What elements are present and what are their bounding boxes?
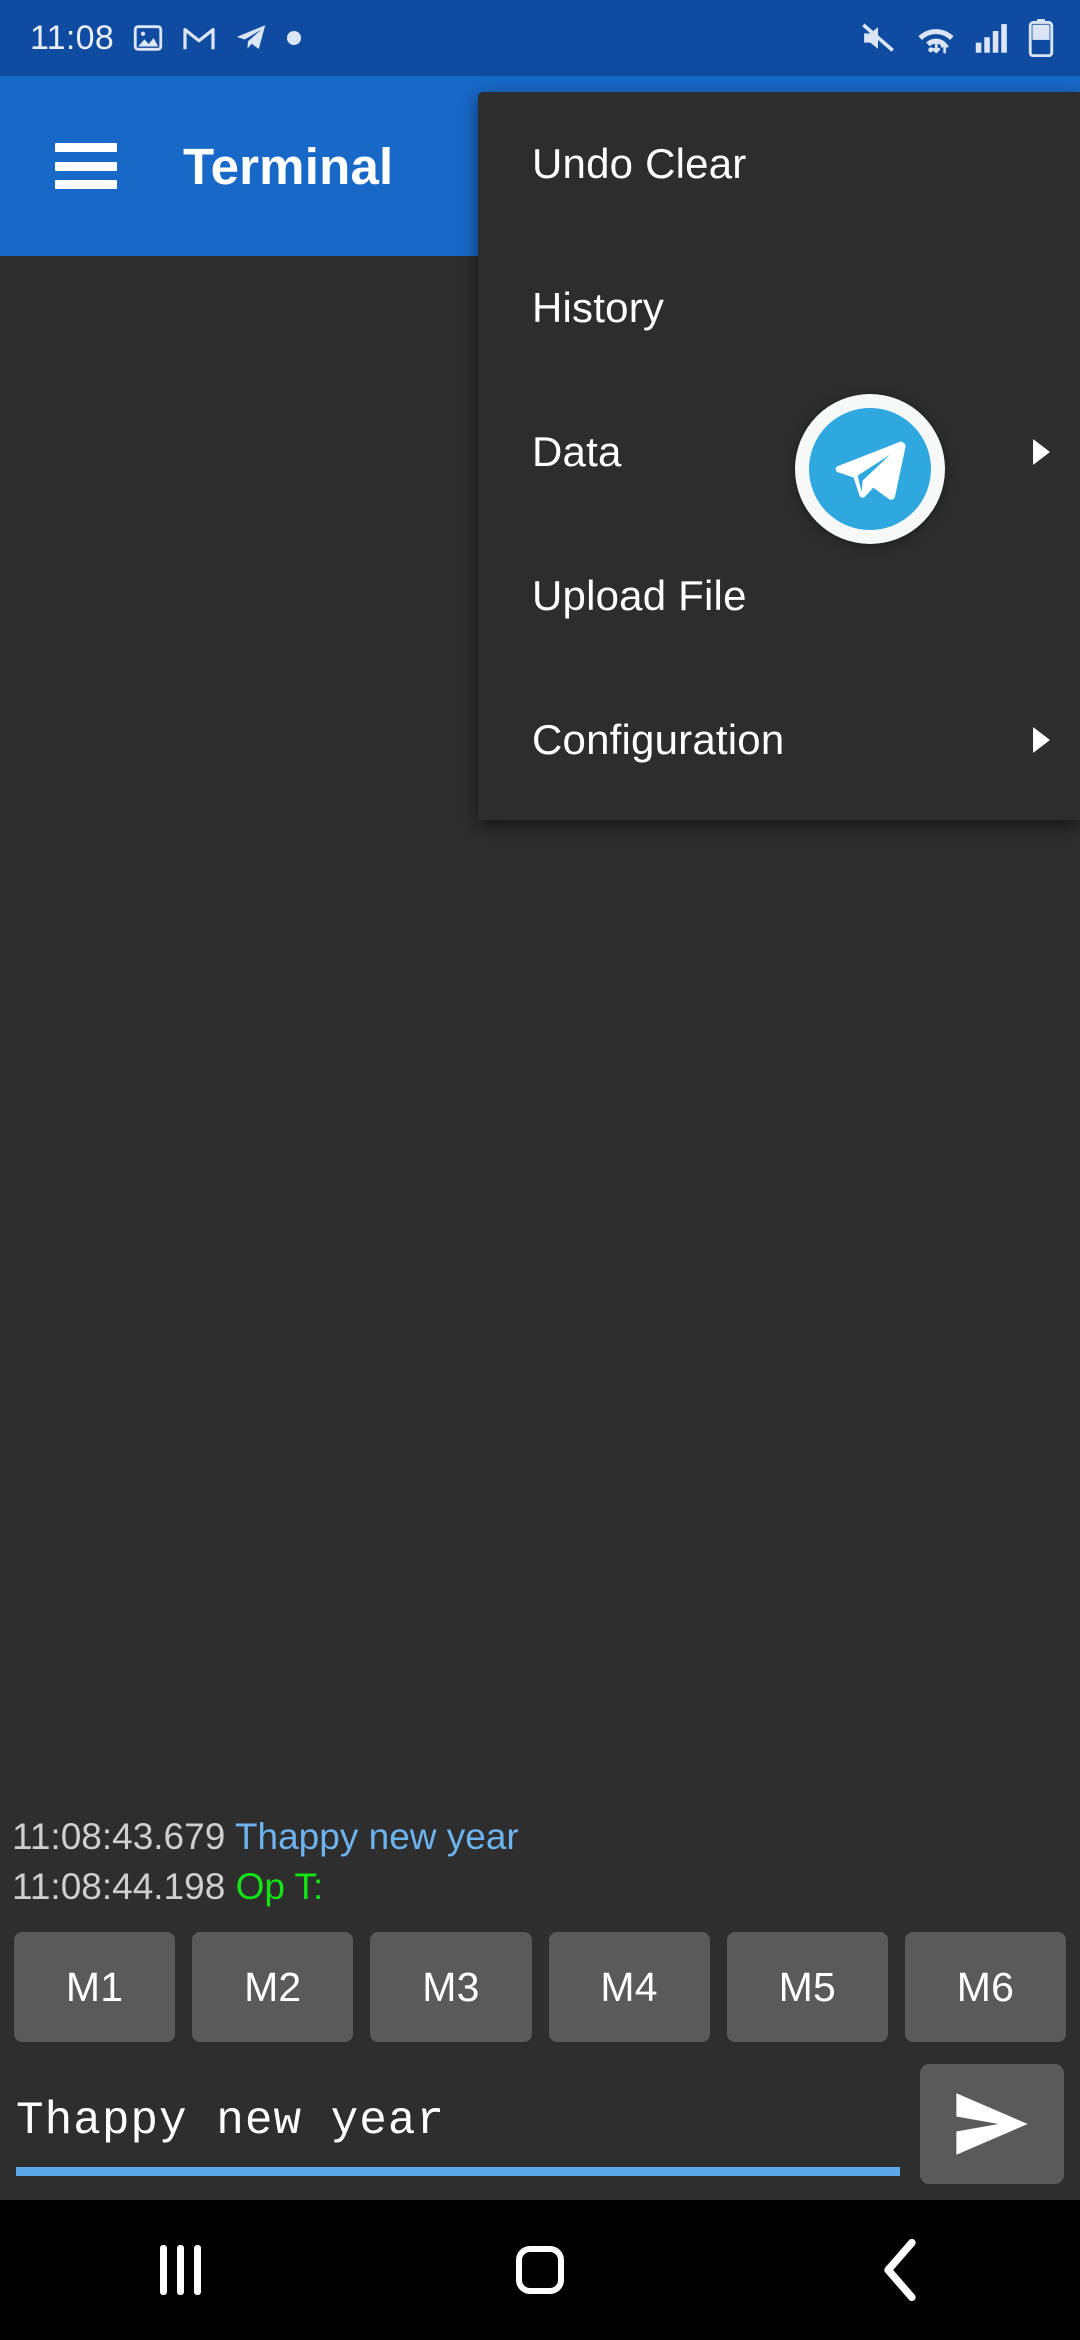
home-icon	[516, 2246, 564, 2294]
command-input-value[interactable]: Thappy new year	[16, 2086, 445, 2156]
input-underline	[16, 2167, 900, 2176]
macro-button-m5[interactable]: M5	[726, 1932, 888, 2042]
menu-item-label: Data	[532, 428, 622, 475]
telegram-bubble-circle	[809, 408, 931, 530]
dot-icon	[287, 30, 302, 46]
menu-item-history[interactable]: History	[478, 236, 1080, 380]
macro-button-m1[interactable]: M1	[14, 1932, 176, 2042]
macro-button-m3[interactable]: M3	[370, 1932, 532, 2042]
nav-home-button[interactable]	[360, 2200, 720, 2340]
menu-item-data[interactable]: Data	[478, 380, 1080, 524]
macro-button-m4[interactable]: M4	[548, 1932, 710, 2042]
terminal-log: 11:08:43.679 Thappy new year 11:08:44.19…	[12, 1812, 1072, 1912]
chevron-right-icon	[1033, 727, 1050, 753]
telegram-icon	[236, 25, 266, 50]
macro-button-m6[interactable]: M6	[904, 1932, 1067, 2042]
menu-item-upload-file[interactable]: Upload File	[478, 524, 1080, 668]
log-message: Thappy new year	[234, 1816, 519, 1857]
status-bar-right	[859, 19, 1054, 57]
send-button[interactable]	[920, 2064, 1064, 2184]
macro-button-row: M1 M2 M3 M4 M5 M6	[0, 1930, 1080, 2044]
log-timestamp: 11:08:43.679	[12, 1816, 226, 1857]
menu-item-label: Undo Clear	[532, 140, 747, 187]
nav-recents-button[interactable]	[0, 2200, 360, 2340]
menu-item-label: Upload File	[532, 572, 747, 619]
overflow-menu: Undo Clear History Data Upload File Conf…	[478, 92, 1080, 820]
gallery-icon	[133, 25, 163, 51]
status-bar: 11:08	[0, 0, 1080, 76]
menu-item-undo-clear[interactable]: Undo Clear	[478, 92, 1080, 236]
menu-item-label: History	[532, 284, 665, 331]
chevron-right-icon	[1033, 439, 1050, 465]
page-title: Terminal	[183, 137, 394, 195]
log-line: 11:08:44.198 Op T:	[12, 1862, 1072, 1912]
battery-icon	[1028, 19, 1054, 57]
send-icon	[956, 2093, 1028, 2155]
log-message: Op T:	[235, 1866, 324, 1907]
wifi-icon	[918, 29, 954, 54]
telegram-floating-bubble[interactable]	[795, 394, 945, 544]
mute-icon	[862, 23, 894, 52]
command-input-field[interactable]: Thappy new year	[12, 2066, 902, 2190]
log-timestamp: 11:08:44.198	[12, 1866, 226, 1907]
status-bar-left: 11:08	[30, 19, 302, 58]
command-input-row: Thappy new year	[0, 2058, 1080, 2200]
back-icon	[884, 2239, 916, 2301]
menu-item-configuration[interactable]: Configuration	[478, 668, 1080, 812]
menu-item-label: Configuration	[532, 716, 785, 763]
system-navigation-bar	[0, 2200, 1080, 2340]
hamburger-icon[interactable]	[55, 143, 117, 189]
phone-screen: 11:08 Terminal 11:08:43.679 Thappy new y…	[0, 0, 1080, 2340]
telegram-icon	[835, 440, 906, 500]
log-line: 11:08:43.679 Thappy new year	[12, 1812, 1072, 1862]
signal-icon	[975, 24, 1007, 53]
recents-icon	[159, 2245, 201, 2295]
macro-button-m2[interactable]: M2	[192, 1932, 354, 2042]
nav-back-button[interactable]	[720, 2200, 1080, 2340]
gmail-icon	[183, 27, 215, 50]
status-clock: 11:08	[30, 18, 115, 57]
